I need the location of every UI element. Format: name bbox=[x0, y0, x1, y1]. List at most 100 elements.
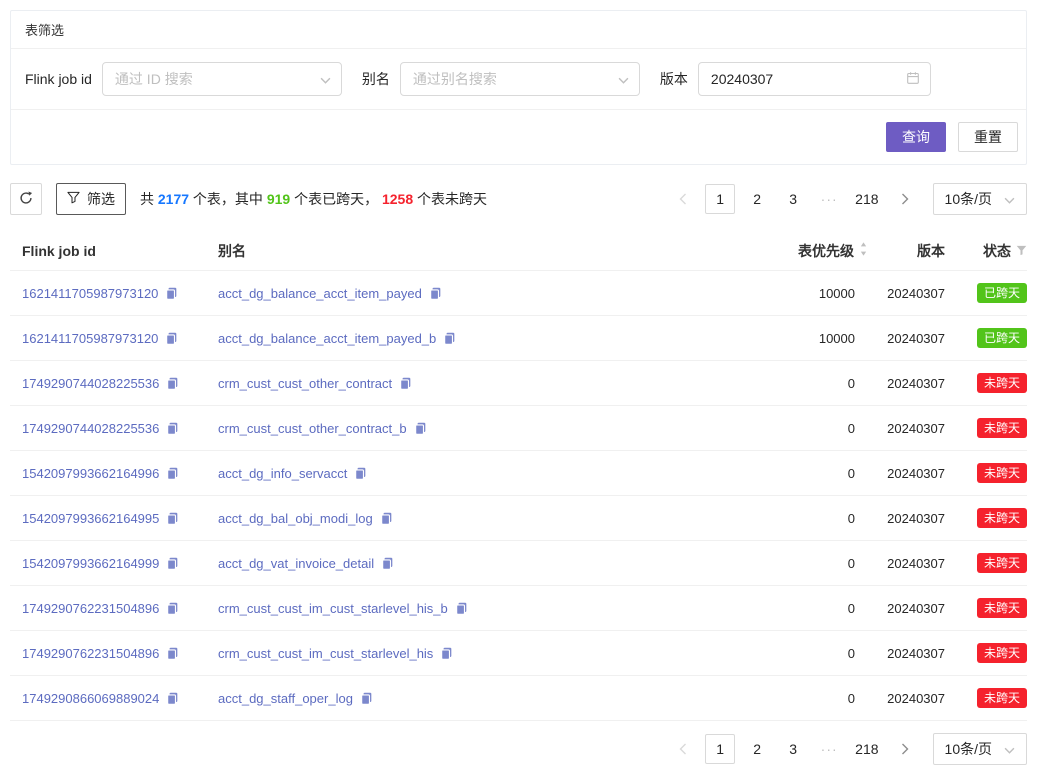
alias-link[interactable]: crm_cust_cust_other_contract_b bbox=[218, 421, 407, 436]
copy-icon[interactable] bbox=[166, 467, 179, 480]
calendar-icon bbox=[906, 71, 920, 88]
header-status-label: 状态 bbox=[983, 241, 1011, 261]
status-cell: 已跨天 bbox=[945, 328, 1027, 348]
prev-page-button[interactable] bbox=[669, 734, 697, 764]
priority-cell: 0 bbox=[720, 511, 870, 526]
header-version: 版本 bbox=[870, 241, 945, 261]
job-id-cell: 1621411705987973120 bbox=[10, 286, 206, 301]
copy-icon[interactable] bbox=[166, 602, 179, 615]
copy-icon[interactable] bbox=[399, 377, 412, 390]
alias-link[interactable]: crm_cust_cust_im_cust_starlevel_his_b bbox=[218, 601, 448, 616]
page-button-3[interactable]: 3 bbox=[779, 734, 807, 764]
job-id-link[interactable]: 1749290762231504896 bbox=[22, 646, 159, 661]
priority-sort-icon[interactable] bbox=[859, 241, 868, 260]
version-input[interactable] bbox=[709, 70, 906, 88]
next-page-button[interactable] bbox=[891, 734, 919, 764]
copy-icon[interactable] bbox=[443, 332, 456, 345]
alias-link[interactable]: acct_dg_balance_acct_item_payed_b bbox=[218, 331, 436, 346]
job-id-link[interactable]: 1749290744028225536 bbox=[22, 421, 159, 436]
copy-icon[interactable] bbox=[414, 422, 427, 435]
alias-search-input[interactable] bbox=[411, 70, 618, 88]
alias-select[interactable] bbox=[400, 62, 640, 96]
table-row: 1542097993662164995 acct_dg_bal_obj_modi… bbox=[10, 496, 1027, 541]
alias-link[interactable]: acct_dg_vat_invoice_detail bbox=[218, 556, 374, 571]
query-button[interactable]: 查询 bbox=[886, 122, 946, 152]
page-button-last[interactable]: 218 bbox=[851, 734, 882, 764]
status-cell: 未跨天 bbox=[945, 508, 1027, 528]
alias-link[interactable]: acct_dg_balance_acct_item_payed bbox=[218, 286, 422, 301]
alias-link[interactable]: crm_cust_cust_im_cust_starlevel_his bbox=[218, 646, 433, 661]
job-id-link[interactable]: 1749290762231504896 bbox=[22, 601, 159, 616]
version-cell: 20240307 bbox=[870, 556, 945, 571]
job-id-link[interactable]: 1542097993662164995 bbox=[22, 511, 159, 526]
copy-icon[interactable] bbox=[165, 332, 178, 345]
job-id-select[interactable] bbox=[102, 62, 342, 96]
page-ellipsis[interactable]: ··· bbox=[815, 184, 843, 214]
job-id-cell: 1749290866069889024 bbox=[10, 691, 206, 706]
copy-icon[interactable] bbox=[354, 467, 367, 480]
header-status: 状态 bbox=[945, 241, 1027, 261]
copy-icon[interactable] bbox=[166, 422, 179, 435]
copy-icon[interactable] bbox=[360, 692, 373, 705]
alias-cell: acct_dg_balance_acct_item_payed bbox=[206, 286, 720, 301]
alias-link[interactable]: acct_dg_bal_obj_modi_log bbox=[218, 511, 373, 526]
copy-icon[interactable] bbox=[440, 647, 453, 660]
job-id-label: Flink job id bbox=[25, 71, 92, 87]
prev-page-button[interactable] bbox=[669, 184, 697, 214]
copy-icon[interactable] bbox=[166, 557, 179, 570]
alias-link[interactable]: acct_dg_info_servacct bbox=[218, 466, 347, 481]
page-button-1[interactable]: 1 bbox=[705, 734, 735, 764]
refresh-icon bbox=[19, 191, 33, 208]
copy-icon[interactable] bbox=[166, 647, 179, 660]
page-size-select[interactable]: 10条/页 bbox=[933, 183, 1027, 215]
page-button-1[interactable]: 1 bbox=[705, 184, 735, 214]
priority-cell: 0 bbox=[720, 556, 870, 571]
job-id-link[interactable]: 1542097993662164999 bbox=[22, 556, 159, 571]
version-cell: 20240307 bbox=[870, 286, 945, 301]
page-size-label: 10条/页 bbox=[945, 739, 992, 759]
copy-icon[interactable] bbox=[166, 512, 179, 525]
version-cell: 20240307 bbox=[870, 601, 945, 616]
job-id-link[interactable]: 1542097993662164996 bbox=[22, 466, 159, 481]
status-cell: 未跨天 bbox=[945, 553, 1027, 573]
copy-icon[interactable] bbox=[429, 287, 442, 300]
next-page-button[interactable] bbox=[891, 184, 919, 214]
alias-link[interactable]: crm_cust_cust_other_contract bbox=[218, 376, 392, 391]
copy-icon[interactable] bbox=[166, 377, 179, 390]
version-date-picker[interactable] bbox=[698, 62, 931, 96]
page-ellipsis[interactable]: ··· bbox=[815, 734, 843, 764]
table-row: 1542097993662164999 acct_dg_vat_invoice_… bbox=[10, 541, 1027, 586]
copy-icon[interactable] bbox=[380, 512, 393, 525]
job-id-link[interactable]: 1749290744028225536 bbox=[22, 376, 159, 391]
header-priority: 表优先级 bbox=[720, 241, 870, 261]
job-id-search-input[interactable] bbox=[113, 70, 320, 88]
table-row: 1749290762231504896 crm_cust_cust_im_cus… bbox=[10, 586, 1027, 631]
crossed-count: 919 bbox=[267, 191, 290, 207]
status-filter-icon[interactable] bbox=[1016, 243, 1027, 259]
summary-part: 个表，其中 bbox=[189, 191, 267, 207]
page-button-2[interactable]: 2 bbox=[743, 734, 771, 764]
copy-icon[interactable] bbox=[165, 287, 178, 300]
job-id-link[interactable]: 1749290866069889024 bbox=[22, 691, 159, 706]
job-id-cell: 1749290762231504896 bbox=[10, 601, 206, 616]
priority-cell: 10000 bbox=[720, 286, 870, 301]
job-id-link[interactable]: 1621411705987973120 bbox=[22, 286, 158, 301]
page-button-2[interactable]: 2 bbox=[743, 184, 771, 214]
reset-button[interactable]: 重置 bbox=[958, 122, 1018, 152]
table-row: 1542097993662164996 acct_dg_info_servacc… bbox=[10, 451, 1027, 496]
page-size-select[interactable]: 10条/页 bbox=[933, 733, 1027, 765]
filter-button[interactable]: 筛选 bbox=[56, 183, 126, 215]
alias-link[interactable]: acct_dg_staff_oper_log bbox=[218, 691, 353, 706]
refresh-button[interactable] bbox=[10, 183, 42, 215]
page-button-3[interactable]: 3 bbox=[779, 184, 807, 214]
copy-icon[interactable] bbox=[381, 557, 394, 570]
status-badge: 未跨天 bbox=[977, 418, 1027, 438]
status-cell: 未跨天 bbox=[945, 418, 1027, 438]
priority-cell: 0 bbox=[720, 691, 870, 706]
page-button-last[interactable]: 218 bbox=[851, 184, 882, 214]
total-count: 2177 bbox=[158, 191, 189, 207]
copy-icon[interactable] bbox=[455, 602, 468, 615]
copy-icon[interactable] bbox=[166, 692, 179, 705]
pagination-bottom: 1 2 3 ··· 218 10条/页 bbox=[669, 733, 1027, 765]
job-id-link[interactable]: 1621411705987973120 bbox=[22, 331, 158, 346]
